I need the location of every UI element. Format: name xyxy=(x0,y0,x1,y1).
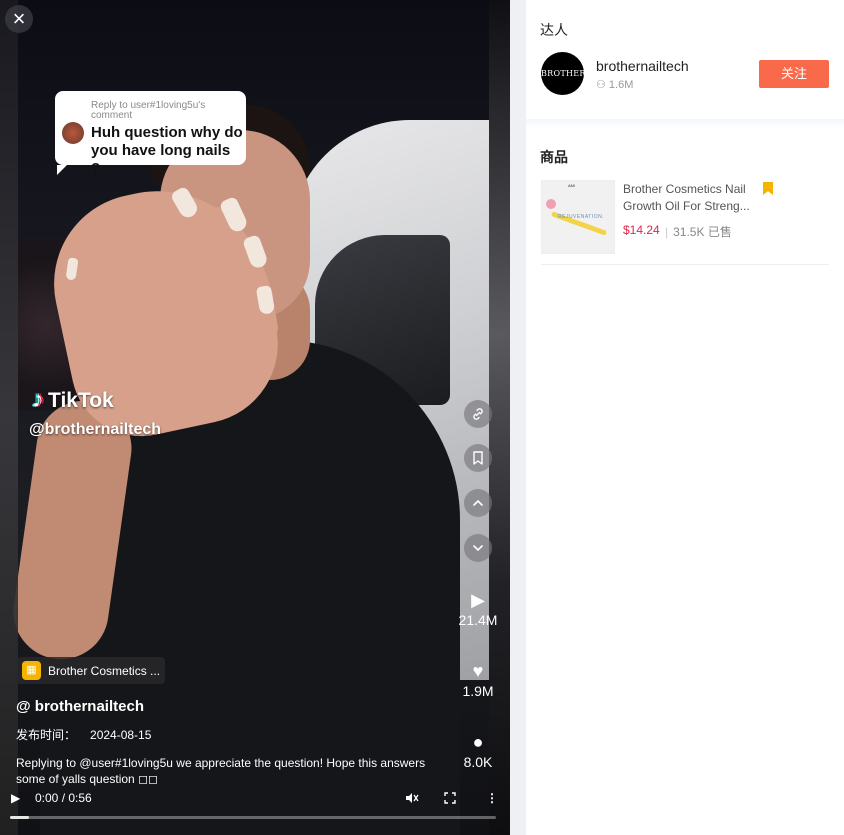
mute-button[interactable] xyxy=(405,788,419,808)
creator-avatar[interactable]: BROTHER xyxy=(541,52,585,95)
copy-link-button[interactable] xyxy=(464,400,492,428)
comment-count[interactable]: ● 8.0K xyxy=(453,730,503,770)
like-count-value: 1.9M xyxy=(462,683,494,699)
player-controls: ▶ 0:00 / 0:56 ⋮ xyxy=(0,788,510,808)
comment-count-value: 8.0K xyxy=(463,754,493,770)
side-panel: 达人 BROTHER brothernailtech ⚇ 1.6M 关注 商品 … xyxy=(526,0,844,835)
follow-button[interactable]: 关注 xyxy=(759,60,829,88)
commenter-avatar xyxy=(62,122,84,144)
page-backdrop xyxy=(510,0,526,835)
close-icon: × xyxy=(12,6,26,31)
publish-info: 发布时间： 2024-08-15 xyxy=(16,726,165,743)
close-button[interactable]: × xyxy=(5,5,33,33)
product-tag-label: Brother Cosmetics ... xyxy=(48,664,161,678)
bookmark-button[interactable] xyxy=(464,444,492,472)
video-player[interactable]: × Reply to user#1loving5u's comment Huh … xyxy=(0,0,510,835)
link-icon xyxy=(473,408,483,420)
more-options-button[interactable]: ⋮ xyxy=(486,788,498,808)
creator-section-title: 达人 xyxy=(540,22,568,38)
publish-date: 2024-08-15 xyxy=(90,728,152,742)
video-description: Replying to @user#1loving5u we appreciat… xyxy=(16,756,426,786)
video-edge-right xyxy=(489,0,510,835)
fans-icon: ⚇ xyxy=(596,79,609,91)
products-section-title: 商品 xyxy=(540,149,568,165)
bookmark-icon xyxy=(473,451,483,465)
fullscreen-icon xyxy=(444,792,456,804)
product-divider xyxy=(541,264,829,265)
shopping-bag-icon: ▦ xyxy=(22,661,41,680)
product-title[interactable]: Brother Cosmetics Nail Growth Oil For St… xyxy=(623,181,758,215)
chevron-up-icon xyxy=(473,499,483,506)
heart-icon: ♥ xyxy=(472,661,484,681)
tiktok-watermark: ♪ TikTok xyxy=(32,386,114,414)
fans-count: 1.6M xyxy=(608,79,634,91)
comment-question: Huh question why do you have long nails … xyxy=(91,124,243,177)
play-button[interactable]: ▶ xyxy=(11,788,20,808)
progress-fill xyxy=(10,816,30,819)
chevron-down-icon xyxy=(473,545,483,552)
comment-icon: ● xyxy=(472,732,484,752)
watermark-brand: TikTok xyxy=(48,389,114,412)
watermark-handle: @brothernailtech xyxy=(29,421,162,438)
product-tag[interactable]: ▦ Brother Cosmetics ... xyxy=(17,657,165,684)
play-icon: ▶ xyxy=(471,590,485,610)
progress-bar[interactable] xyxy=(10,816,496,819)
previous-video-button[interactable] xyxy=(464,489,492,517)
creator-fans: ⚇ 1.6M xyxy=(596,78,633,91)
product-sold-count: | 31.5K 已售 xyxy=(665,225,732,239)
next-video-button[interactable] xyxy=(464,534,492,562)
product-image-brand: AMI xyxy=(568,183,576,188)
like-count[interactable]: ♥ 1.9M xyxy=(453,659,503,699)
comment-reply-bubble: Reply to user#1loving5u's comment Huh qu… xyxy=(55,91,246,177)
product-sold-value: 31.5K 已售 xyxy=(673,225,732,239)
publish-label: 发布时间： xyxy=(16,728,77,742)
product-image[interactable]: AMI REJUVENATION. xyxy=(541,180,615,254)
product-image-label: REJUVENATION. xyxy=(558,214,605,220)
more-vertical-icon: ⋮ xyxy=(486,791,498,805)
fullscreen-button[interactable] xyxy=(444,788,456,808)
time-display: 0:00 / 0:56 xyxy=(35,791,92,805)
creator-name[interactable]: brothernailtech xyxy=(596,58,689,74)
product-price: $14.24 xyxy=(623,223,660,237)
section-divider xyxy=(526,119,844,129)
reply-to-label: Reply to user#1loving5u's comment xyxy=(91,100,206,121)
product-bookmark-icon[interactable] xyxy=(763,182,773,195)
product-image-dot xyxy=(546,199,556,209)
muted-speaker-icon xyxy=(406,793,419,803)
play-count-value: 21.4M xyxy=(458,612,498,628)
tiktok-note-icon: ♪ xyxy=(32,386,44,413)
play-count: ▶ 21.4M xyxy=(453,588,503,628)
author-handle[interactable]: @ brothernailtech xyxy=(16,698,144,715)
